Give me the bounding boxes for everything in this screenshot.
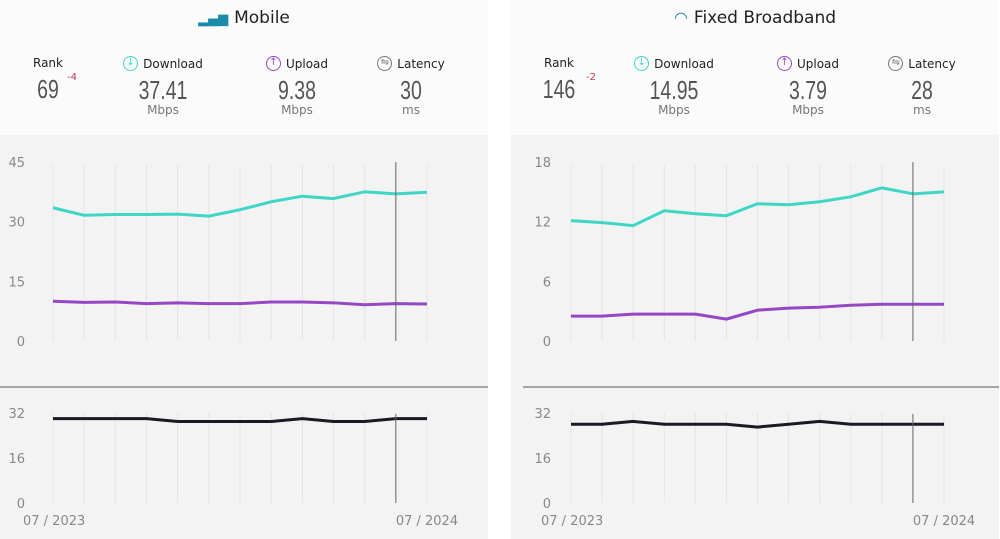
y-tick-label: 0 bbox=[17, 497, 25, 512]
y-tick-label: 45 bbox=[8, 156, 25, 171]
line-chart: 0 6 12 18 0 16 32 07 / 2023 07 / 2024 bbox=[523, 156, 999, 529]
y-tick-label: 32 bbox=[8, 407, 25, 422]
x-tick-label: 07 / 2024 bbox=[396, 514, 458, 529]
y-tick-label: 12 bbox=[534, 216, 551, 231]
x-tick-label: 07 / 2023 bbox=[541, 514, 603, 529]
line-chart: 0 15 30 45 0 16 32 07 / 2023 07 / 2024 bbox=[0, 156, 488, 529]
y-tick-label: 0 bbox=[543, 335, 551, 350]
mobile-panel: ▂▄▆ Mobile Rank 69 -4 ↓ Download 37.41 Mbp… bbox=[0, 0, 488, 539]
x-tick-label: 07 / 2024 bbox=[913, 514, 975, 529]
y-tick-label: 0 bbox=[17, 335, 25, 350]
fixed-broadband-panel: ◠ Fixed Broadband Rank 146 -2 ↓ Download 1… bbox=[511, 0, 999, 539]
y-tick-label: 16 bbox=[534, 452, 551, 467]
x-tick-label: 07 / 2023 bbox=[23, 514, 85, 529]
y-tick-label: 0 bbox=[543, 497, 551, 512]
y-tick-label: 32 bbox=[534, 407, 551, 422]
y-tick-label: 6 bbox=[543, 275, 551, 290]
y-tick-label: 18 bbox=[534, 156, 551, 171]
y-tick-label: 30 bbox=[8, 216, 25, 231]
y-tick-label: 16 bbox=[8, 452, 25, 467]
y-tick-label: 15 bbox=[8, 275, 25, 290]
